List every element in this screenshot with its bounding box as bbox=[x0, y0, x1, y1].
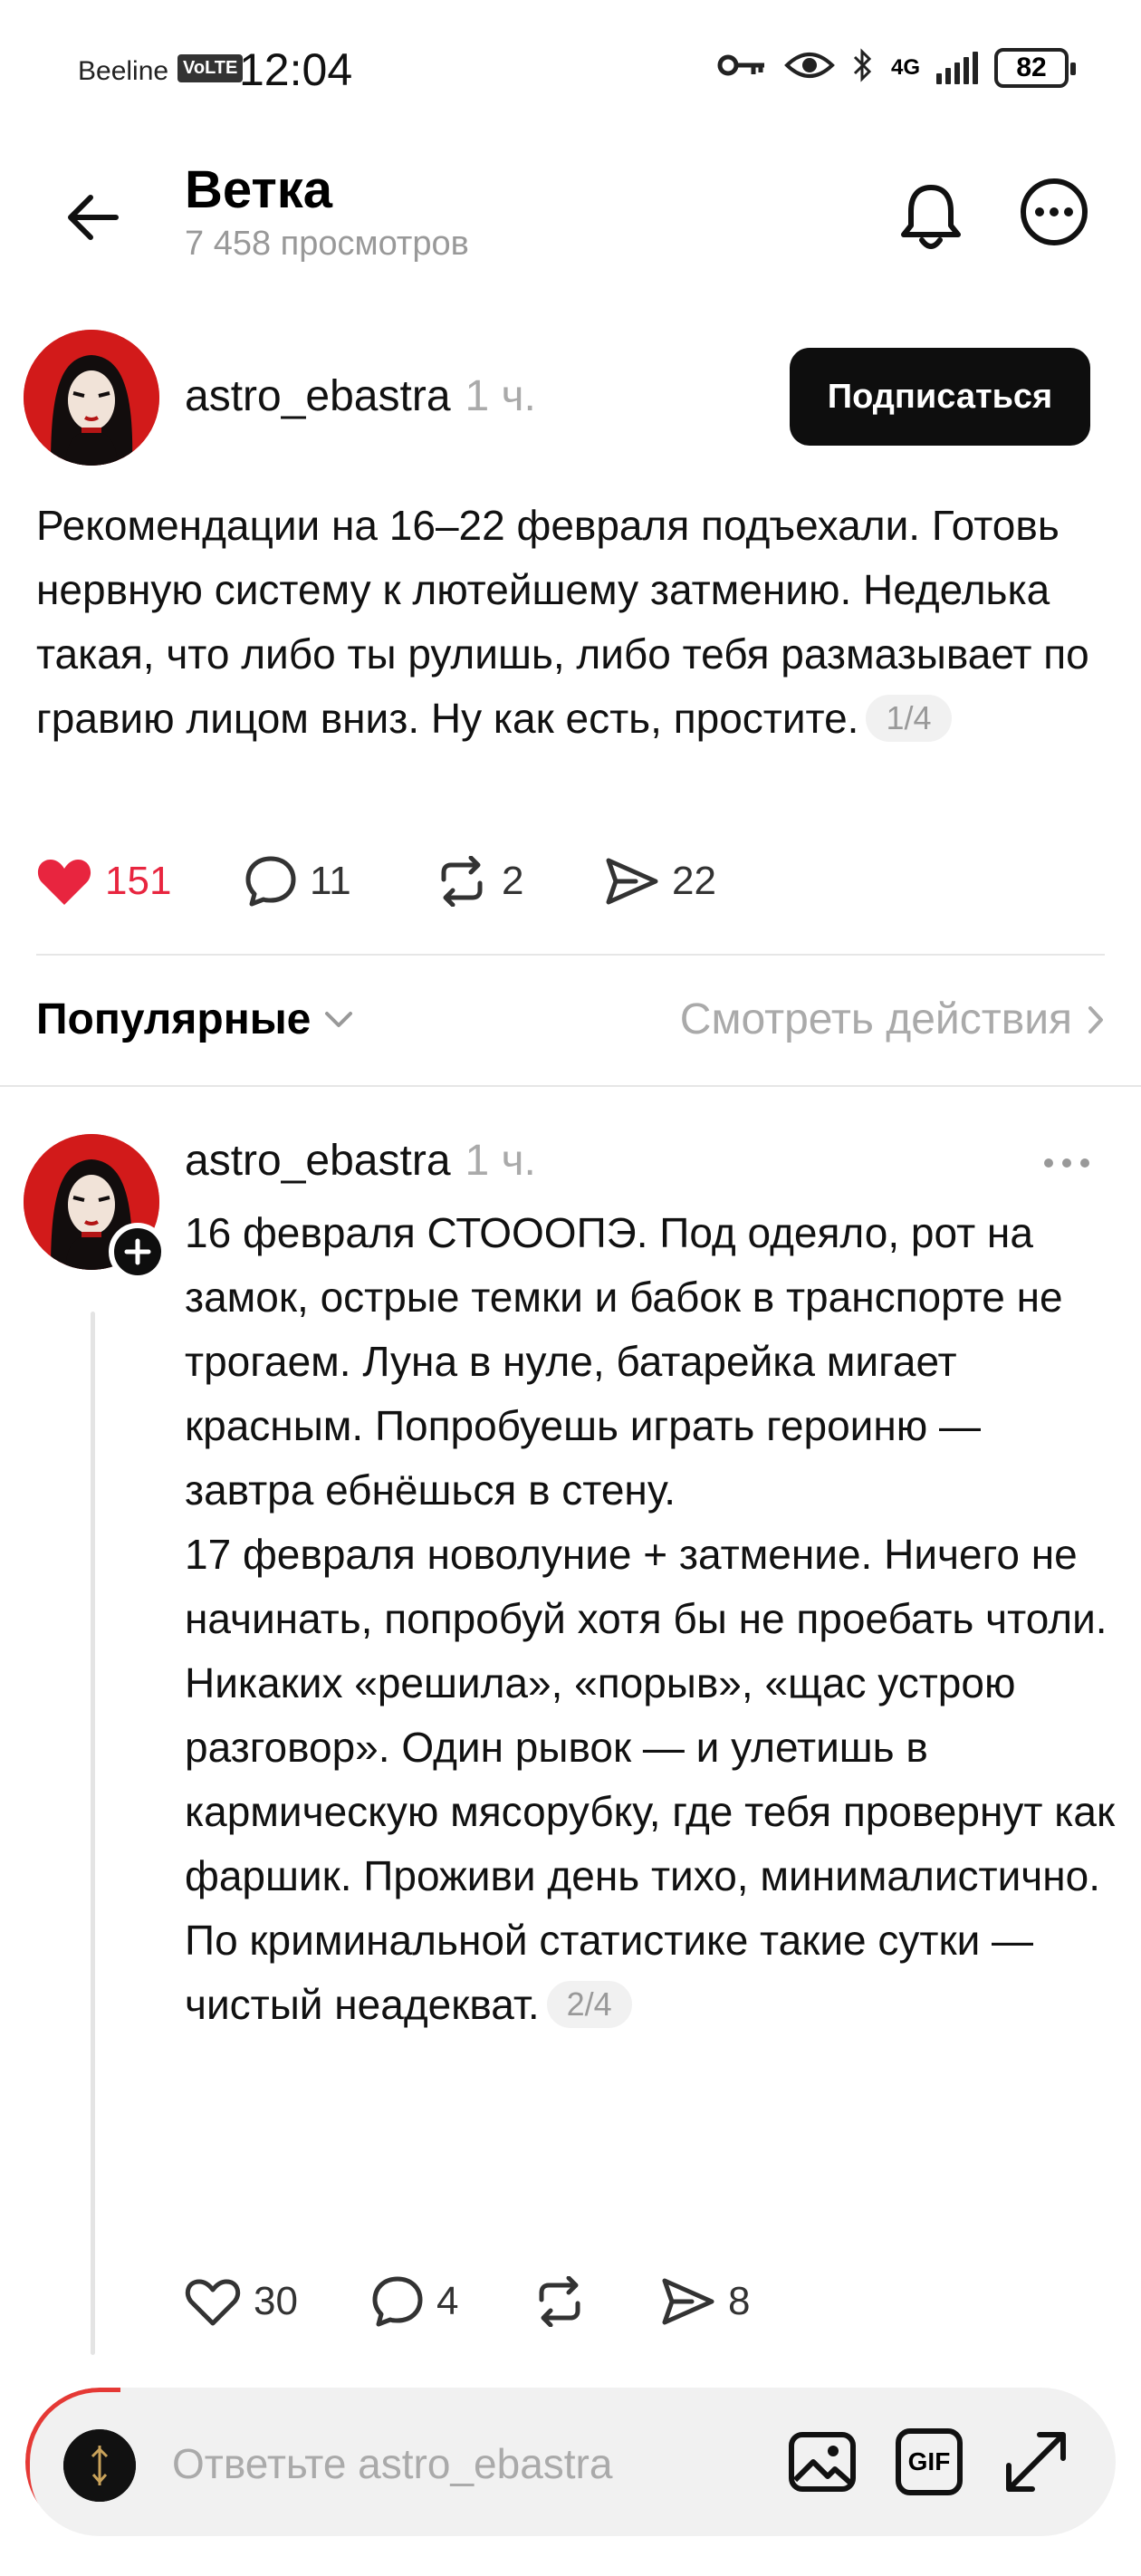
reply-actions: 30 4 8 bbox=[185, 2275, 750, 2328]
repost-button[interactable]: 2 bbox=[435, 856, 605, 907]
composer-avatar bbox=[63, 2429, 136, 2502]
image-icon bbox=[789, 2432, 856, 2492]
repost-icon bbox=[435, 856, 489, 907]
attach-image-button[interactable] bbox=[784, 2424, 860, 2500]
sort-label: Популярные bbox=[36, 995, 312, 1043]
comment-button[interactable]: 11 bbox=[244, 855, 435, 908]
like-count: 151 bbox=[105, 859, 172, 903]
status-icons: 4G 82 bbox=[717, 47, 1076, 88]
views-count: 7 458 просмотров bbox=[185, 225, 469, 263]
network-type: 4G bbox=[890, 54, 920, 80]
post-author-line: astro_ebastra 1 ч. bbox=[185, 371, 536, 421]
subscribe-button[interactable]: Подписаться bbox=[790, 348, 1090, 446]
post-time: 1 ч. bbox=[465, 372, 536, 420]
thread-pager: 1/4 bbox=[866, 695, 952, 742]
battery-icon: 82 bbox=[994, 47, 1076, 88]
reply-pager: 2/4 bbox=[546, 1981, 632, 2028]
divider bbox=[0, 1085, 1141, 1087]
comment-icon bbox=[371, 2275, 424, 2328]
share-count: 22 bbox=[672, 859, 716, 903]
comment-count: 11 bbox=[310, 859, 351, 903]
reply-share-button[interactable]: 8 bbox=[661, 2277, 750, 2326]
follow-plus-button[interactable] bbox=[109, 1223, 167, 1281]
thread-header: Ветка 7 458 просмотров bbox=[0, 145, 1141, 308]
post-body: Рекомендации на 16–22 февраля подъехали.… bbox=[36, 494, 1105, 751]
more-icon bbox=[1021, 178, 1088, 245]
reply-repost-button[interactable] bbox=[532, 2276, 661, 2327]
share-button[interactable]: 22 bbox=[605, 857, 716, 906]
avatar[interactable] bbox=[24, 330, 159, 466]
reply-share-count: 8 bbox=[728, 2279, 751, 2323]
chevron-right-icon bbox=[1088, 1005, 1103, 1033]
expand-icon bbox=[1006, 2432, 1066, 2492]
reply-like-button[interactable]: 30 bbox=[185, 2276, 371, 2327]
send-icon bbox=[605, 857, 659, 906]
view-actions-label: Смотреть действия bbox=[679, 995, 1072, 1043]
repost-icon bbox=[532, 2276, 587, 2327]
notifications-button[interactable] bbox=[895, 176, 967, 257]
more-horizontal-icon bbox=[1044, 1158, 1089, 1168]
gif-label: GIF bbox=[907, 2447, 951, 2475]
reply-more-button[interactable] bbox=[1040, 1145, 1094, 1181]
arrow-left-icon bbox=[68, 195, 119, 240]
reply-body: 16 февраля СТОООПЭ. Под одеяло, рот на з… bbox=[185, 1201, 1117, 2037]
reply-input[interactable] bbox=[172, 2427, 806, 2500]
eye-icon bbox=[784, 49, 835, 86]
plus-icon bbox=[124, 1238, 151, 1265]
sort-dropdown[interactable]: Популярные bbox=[36, 995, 354, 1044]
heart-filled-icon bbox=[36, 856, 92, 907]
heart-icon bbox=[185, 2276, 241, 2327]
reply-comment-count: 4 bbox=[436, 2279, 459, 2323]
more-options-button[interactable] bbox=[1018, 176, 1090, 248]
sort-row: Популярные Смотреть действия bbox=[36, 987, 1105, 1060]
expand-button[interactable] bbox=[998, 2424, 1074, 2500]
reply-text: 16 февраля СТОООПЭ. Под одеяло, рот на з… bbox=[185, 1209, 1116, 2028]
bluetooth-icon bbox=[851, 47, 875, 88]
divider bbox=[36, 954, 1105, 956]
reply-author-line: astro_ebastra 1 ч. bbox=[185, 1136, 536, 1186]
signal-icon bbox=[936, 51, 978, 84]
repost-count: 2 bbox=[502, 859, 524, 903]
status-bar: Beeline VoLTE 12:04 4G 82 bbox=[0, 0, 1141, 145]
gif-button[interactable]: GIF bbox=[891, 2424, 967, 2500]
reply-composer: GIF bbox=[25, 2388, 1116, 2536]
key-icon bbox=[717, 49, 768, 86]
back-button[interactable] bbox=[56, 181, 129, 254]
bell-icon bbox=[901, 185, 961, 249]
reply-time: 1 ч. bbox=[465, 1137, 536, 1185]
reply-comment-button[interactable]: 4 bbox=[371, 2275, 532, 2328]
author-name[interactable]: astro_ebastra bbox=[185, 372, 451, 420]
carrier-label: Beeline bbox=[78, 56, 169, 86]
clock: 12:04 bbox=[239, 44, 353, 95]
chevron-down-icon bbox=[325, 1011, 353, 1027]
page-title: Ветка bbox=[185, 160, 333, 219]
view-actions-link[interactable]: Смотреть действия bbox=[680, 995, 1105, 1044]
comment-icon bbox=[244, 855, 297, 908]
thread-line bbox=[91, 1312, 95, 2355]
like-button[interactable]: 151 bbox=[36, 856, 244, 907]
post-actions: 151 11 2 22 bbox=[36, 855, 716, 908]
send-icon bbox=[661, 2277, 715, 2326]
volte-badge: VoLTE bbox=[177, 54, 244, 82]
reply-like-count: 30 bbox=[254, 2279, 298, 2323]
gif-icon: GIF bbox=[896, 2428, 963, 2495]
reply-author-name[interactable]: astro_ebastra bbox=[185, 1137, 451, 1185]
